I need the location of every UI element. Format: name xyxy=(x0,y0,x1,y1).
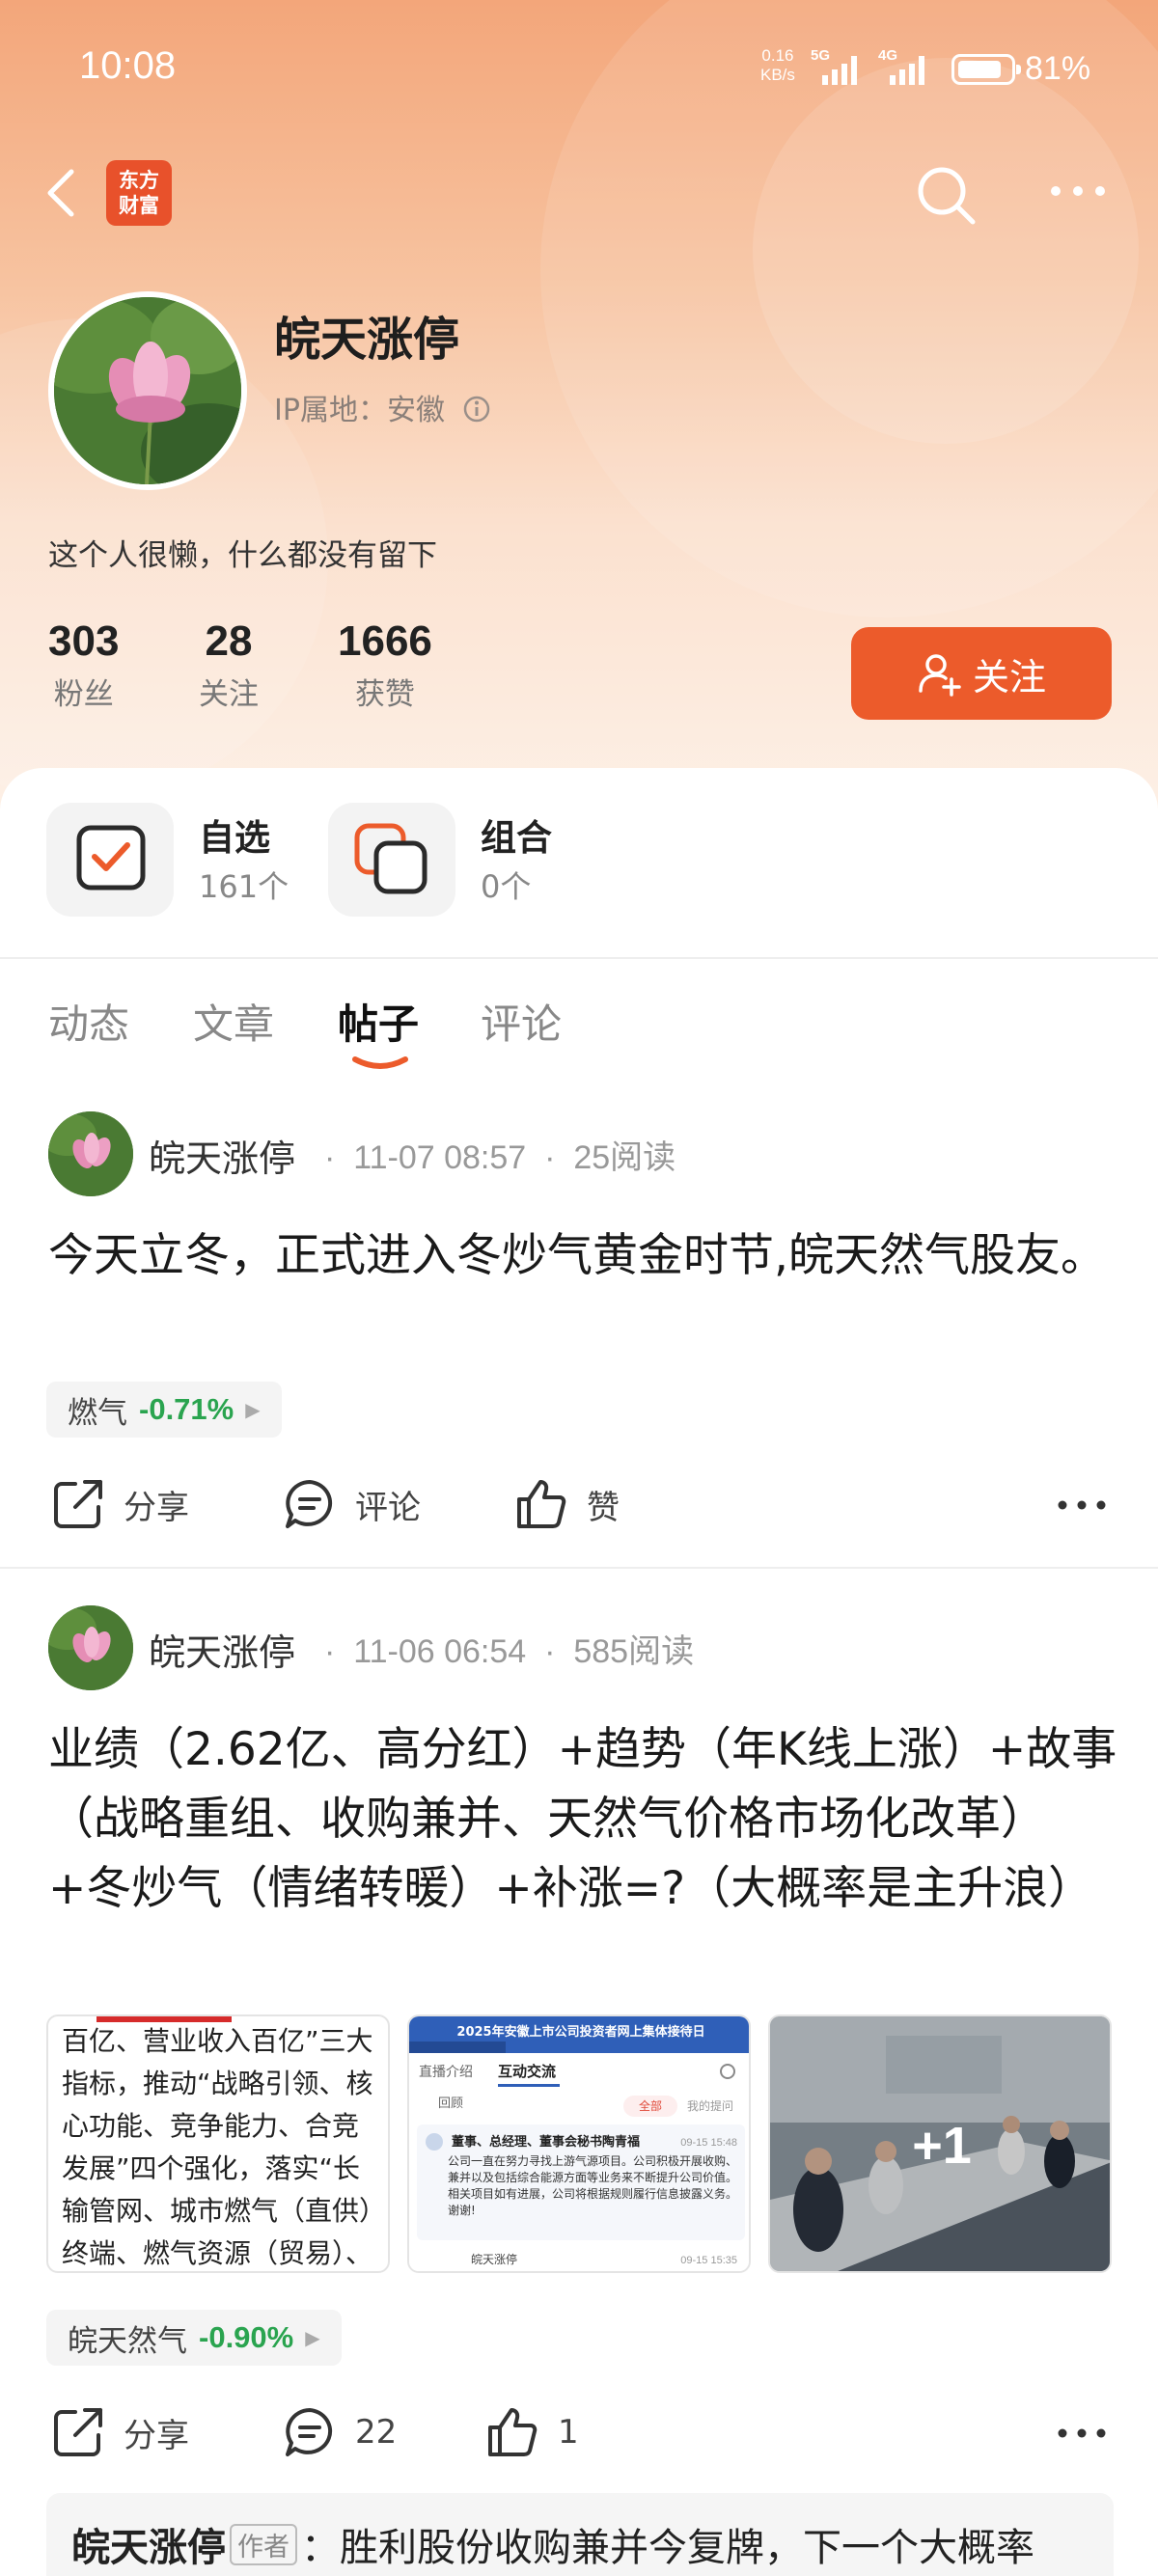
author-badge: 作者 xyxy=(230,2524,297,2565)
profile-name: 皖天涨停 xyxy=(274,313,460,367)
battery-percent: 81% xyxy=(1025,50,1091,87)
top-nav: 东方 财富 xyxy=(0,154,1158,232)
tab-comments[interactable]: 评论 xyxy=(481,992,562,1051)
post-author-name[interactable]: 皖天涨停 xyxy=(149,1129,295,1182)
post-image[interactable]: 2025年安徽上市公司投资者网上集体接待日 直播介绍 互动交流 回顾 全部 我的… xyxy=(407,2014,751,2273)
comment-icon xyxy=(286,2408,333,2456)
svg-text:互动交流: 互动交流 xyxy=(498,2063,556,2080)
comment-text: ：胜利股份收购兼并今复牌，下一个大概率 xyxy=(301,2526,1034,2570)
active-tab-indicator xyxy=(352,1056,408,1069)
svg-text:+1: +1 xyxy=(912,2117,972,2175)
portfolio-icon xyxy=(354,823,427,894)
svg-text:09-15 15:48: 09-15 15:48 xyxy=(680,2137,737,2149)
post-date: 11-06 06:54 xyxy=(353,1633,527,1670)
follow-button[interactable]: 关注 xyxy=(851,627,1112,720)
tab-posts[interactable]: 帖子 xyxy=(338,992,419,1051)
post-text[interactable]: 业绩（2.62亿、高分红）+趋势（年K线上涨）+故事（战略重组、收购兼并、天然气… xyxy=(48,1715,1119,1924)
triangle-right-icon: ▶ xyxy=(305,2326,320,2349)
battery-icon xyxy=(951,54,1021,85)
stat-likes: 1666 获赞 xyxy=(338,617,432,712)
section-divider xyxy=(0,957,1158,959)
share-button[interactable]: 分享 xyxy=(50,2404,189,2460)
post-reads: 25阅读 xyxy=(573,1139,676,1176)
post-image[interactable]: +1 xyxy=(768,2014,1112,2273)
comment-button[interactable]: 评论 xyxy=(282,1476,421,1532)
comment-author[interactable]: 皖天涨停 xyxy=(71,2526,226,2570)
comment-icon xyxy=(286,1480,333,1528)
post-meta: · 11-06 06:54 · 585阅读 xyxy=(324,1633,695,1670)
post-author-avatar[interactable] xyxy=(48,1111,133,1196)
post-reads: 585阅读 xyxy=(573,1633,695,1670)
svg-text:5G: 5G xyxy=(811,47,830,64)
post-item[interactable]: 皖天涨停 · 11-07 08:57 · 25阅读 今天立冬，正式进入冬炒气黄金… xyxy=(0,1100,1158,1563)
svg-text:4G: 4G xyxy=(878,47,897,64)
post-author-avatar[interactable] xyxy=(48,1605,133,1690)
profile-avatar[interactable] xyxy=(48,291,247,490)
triangle-right-icon: ▶ xyxy=(245,1398,261,1421)
svg-text:皖天涨停: 皖天涨停 xyxy=(471,2252,517,2266)
svg-text:2025年安徽上市公司投资者网上集体接待日: 2025年安徽上市公司投资者网上集体接待日 xyxy=(456,2024,704,2040)
thumbs-up-icon xyxy=(517,1480,566,1528)
status-time: 10:08 xyxy=(79,44,177,87)
share-icon xyxy=(54,1480,102,1528)
svg-text:09-15 15:35: 09-15 15:35 xyxy=(680,2255,737,2266)
more-options-icon[interactable] xyxy=(1044,172,1112,210)
post-author-name[interactable]: 皖天涨停 xyxy=(149,1623,295,1676)
post-more-icon[interactable] xyxy=(1056,1495,1108,1515)
comment-button[interactable]: 22 xyxy=(282,2404,397,2460)
share-button[interactable]: 分享 xyxy=(50,1476,189,1532)
svg-text:董事、总经理、董事会秘书陶青福: 董事、总经理、董事会秘书陶青福 xyxy=(452,2134,640,2150)
add-user-icon xyxy=(919,654,961,697)
thumbs-up-icon xyxy=(488,2408,538,2456)
svg-text:直播介绍: 直播介绍 xyxy=(419,2064,473,2080)
stock-tag[interactable]: 燃气 -0.71% ▶ xyxy=(46,1382,282,1438)
stat-following[interactable]: 28 关注 xyxy=(199,617,259,713)
tab-bar: 动态 文章 帖子 评论 xyxy=(0,984,1158,1071)
post-divider xyxy=(0,1567,1158,1569)
comment-preview[interactable]: 皖天涨停 作者 ：胜利股份收购兼并今复牌，下一个大概率 xyxy=(46,2493,1114,2576)
post-more-icon[interactable] xyxy=(1056,2424,1108,2443)
svg-text:回顾: 回顾 xyxy=(438,2096,463,2111)
share-icon xyxy=(54,2408,102,2456)
back-arrow-icon[interactable] xyxy=(39,164,87,222)
svg-text:全部: 全部 xyxy=(639,2098,662,2113)
tab-articles[interactable]: 文章 xyxy=(193,992,274,1051)
info-icon[interactable] xyxy=(462,395,491,424)
checkbox-icon xyxy=(76,825,146,891)
status-bar: 10:08 0.16 KB/s 5G 4G 81% xyxy=(0,0,1158,135)
signal-5g-icon: 5G xyxy=(811,47,857,85)
stock-tag[interactable]: 皖天然气 -0.90% ▶ xyxy=(46,2310,342,2366)
like-button[interactable]: 1 xyxy=(484,2404,579,2460)
signal-4g-icon: 4G xyxy=(878,47,924,85)
profile-bio: 这个人很懒，什么都没有留下 xyxy=(48,538,437,573)
like-button[interactable]: 赞 xyxy=(513,1476,620,1532)
search-icon[interactable] xyxy=(913,162,980,230)
stat-fans[interactable]: 303 粉丝 xyxy=(48,617,119,713)
svg-text:我的提问: 我的提问 xyxy=(687,2098,733,2113)
post-text[interactable]: 今天立冬，正式进入冬炒气黄金时节,皖天然气股友。 xyxy=(48,1221,1119,1291)
app-logo: 东方 财富 xyxy=(106,160,172,226)
post-date: 11-07 08:57 xyxy=(353,1139,527,1176)
ip-location: IP属地：安徽 xyxy=(274,386,491,428)
post-image[interactable]: 百亿、营业收入百亿”三大指标，推动“战略引领、核心功能、竞争能力、合竞发展”四个… xyxy=(46,2014,390,2273)
post-meta: · 11-07 08:57 · 25阅读 xyxy=(324,1139,676,1176)
net-speed: 0.16 KB/s xyxy=(760,46,795,84)
tab-activity[interactable]: 动态 xyxy=(48,992,129,1051)
